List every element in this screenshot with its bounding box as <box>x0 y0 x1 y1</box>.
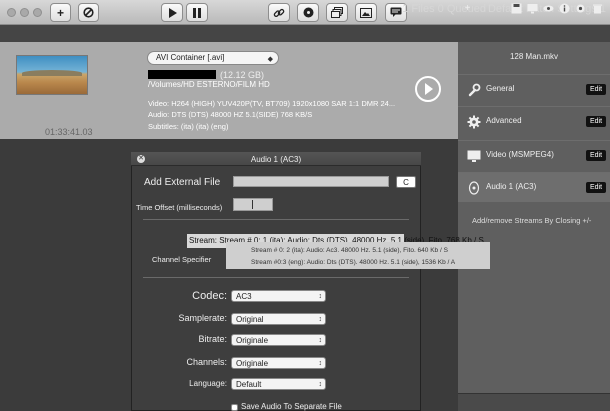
stack-button[interactable] <box>326 3 348 22</box>
panel-filename: 128 Man.mkv <box>509 52 559 61</box>
channels-select[interactable]: Originale ↕ <box>231 357 326 369</box>
bitrate-value: Originale <box>236 336 269 345</box>
chevron-updown-icon: ↕ <box>318 316 323 323</box>
disc-button[interactable] <box>297 3 319 22</box>
file-path: /Volumes/HD ESTERNO/FILM HD <box>148 80 270 89</box>
container-select[interactable]: AVI Container [.avi] ◆ <box>147 51 279 65</box>
video-info: Video: H264 (HIGH) YUV420P(TV, BT709) 19… <box>148 99 396 108</box>
link-icon <box>273 8 285 17</box>
play-icon <box>425 83 433 95</box>
panel-row-label: General <box>486 84 515 93</box>
subtitles-info: Subtitles: (ita) (ita) (eng) <box>148 122 229 131</box>
container-value: AVI Container [.avi] <box>156 53 225 62</box>
image-icon <box>360 7 372 18</box>
choose-file-button[interactable]: C <box>396 176 416 188</box>
close-icon[interactable]: ✕ <box>137 155 145 163</box>
play-icon <box>168 7 177 18</box>
panel-footer <box>458 393 610 411</box>
remove-file-button[interactable] <box>78 3 99 22</box>
duration-label: 01:33:41.03 <box>45 127 93 137</box>
samplerate-label: Samplerate: <box>178 313 227 323</box>
preview-play-button[interactable] <box>415 76 441 102</box>
channels-value: Originale <box>236 359 269 368</box>
trash-icon[interactable] <box>592 3 603 14</box>
panel-row-audio[interactable]: Audio 1 (AC3) Edit <box>458 172 610 202</box>
edit-advanced-button[interactable]: Edit <box>586 116 606 127</box>
panel-row-label: Advanced <box>486 116 522 125</box>
add-icon: + <box>56 5 64 20</box>
file-size: (12.12 GB) <box>220 70 265 80</box>
panel-row-label: Video (MSMPEG4) <box>486 150 554 159</box>
monitor-icon <box>467 150 481 162</box>
add-external-file-label: Add External File <box>144 177 221 188</box>
dialog-title: Audio 1 (AC3) <box>250 155 302 164</box>
save-separate-label: Save Audio To Separate File <box>241 402 342 411</box>
edit-audio-button[interactable]: Edit <box>586 182 606 193</box>
chevron-down-icon: ◆ <box>267 56 273 63</box>
info-icon[interactable] <box>559 3 570 14</box>
video-thumbnail <box>16 55 88 95</box>
disc-icon <box>303 7 313 18</box>
time-offset-label: Time Offset (milliseconds) <box>136 203 223 212</box>
codec-value: AC3 <box>236 292 252 301</box>
panel-row-video[interactable]: Video (MSMPEG4) Edit <box>458 140 610 170</box>
pause-encode-button[interactable] <box>186 3 208 22</box>
panel-row-advanced[interactable]: Advanced Edit <box>458 106 610 136</box>
samplerate-value: Original <box>236 315 264 324</box>
panel-row-label: Audio 1 (AC3) <box>486 182 537 191</box>
window-close-button[interactable] <box>7 8 16 17</box>
save-separate-checkbox[interactable] <box>231 404 238 411</box>
chat-icon <box>390 7 402 17</box>
streams-note: Add/remove Streams By Closing +/- <box>472 216 592 225</box>
external-file-field[interactable] <box>233 176 389 187</box>
channels-label: Channels: <box>186 357 227 367</box>
codec-select[interactable]: AC3 ↕ <box>231 290 326 302</box>
link-button[interactable] <box>268 3 290 22</box>
stream-option[interactable]: Stream #0:3 (eng): Audio: Dts (DTS). 480… <box>251 257 490 269</box>
chevron-updown-icon: ↕ <box>318 293 323 300</box>
time-offset-input[interactable] <box>233 198 273 211</box>
edit-general-button[interactable]: Edit <box>586 84 606 95</box>
settings-icon[interactable] <box>575 3 586 14</box>
queue-status: 1 Files 0 Queued <box>402 3 486 15</box>
chevron-updown-icon: ↕ <box>318 360 323 367</box>
eye-icon[interactable] <box>543 3 554 14</box>
language-label: Language: <box>189 379 227 388</box>
stack-icon <box>331 7 343 18</box>
codec-label: Codec: <box>192 290 227 302</box>
status-bar <box>0 25 610 42</box>
divider <box>143 277 409 278</box>
monitor-icon[interactable] <box>527 3 538 14</box>
gear-icon <box>467 115 481 129</box>
stream-option[interactable]: Stream # 0: 2 (ita): Audio: Ac3. 48000 H… <box>251 245 490 257</box>
wrench-icon <box>468 83 481 97</box>
samplerate-select[interactable]: Original ↕ <box>231 313 326 325</box>
pause-icon <box>193 7 201 18</box>
edit-video-button[interactable]: Edit <box>586 150 606 161</box>
channel-specifier-label: Channel Specifier <box>152 255 212 264</box>
stream-options-list: Stream # 0: 2 (ita): Audio: Ac3. 48000 H… <box>226 242 490 269</box>
audio-info: Audio: DTS (DTS) 48000 HZ 5.1(SIDE) 768 … <box>148 110 313 119</box>
chevron-updown-icon: ↕ <box>318 337 323 344</box>
divider <box>143 219 409 220</box>
no-entry-icon <box>83 7 94 18</box>
audio-dialog <box>131 152 421 411</box>
image-button[interactable] <box>355 3 377 22</box>
speaker-icon <box>468 181 480 195</box>
window-zoom-button[interactable] <box>33 8 42 17</box>
bitrate-select[interactable]: Originale ↕ <box>231 334 326 346</box>
redacted-filename <box>148 70 216 79</box>
add-stream-icon[interactable]: + <box>462 3 473 14</box>
language-select[interactable]: Default ↕ <box>231 378 326 390</box>
bitrate-label: Bitrate: <box>198 334 227 344</box>
language-value: Default <box>236 380 262 389</box>
add-file-button[interactable]: + <box>50 3 71 22</box>
text-cursor <box>252 200 253 209</box>
panel-row-general[interactable]: General Edit <box>458 74 610 104</box>
save-icon[interactable] <box>511 3 522 14</box>
window-minimize-button[interactable] <box>20 8 29 17</box>
start-encode-button[interactable] <box>161 3 183 22</box>
chevron-updown-icon: ↕ <box>318 381 323 388</box>
